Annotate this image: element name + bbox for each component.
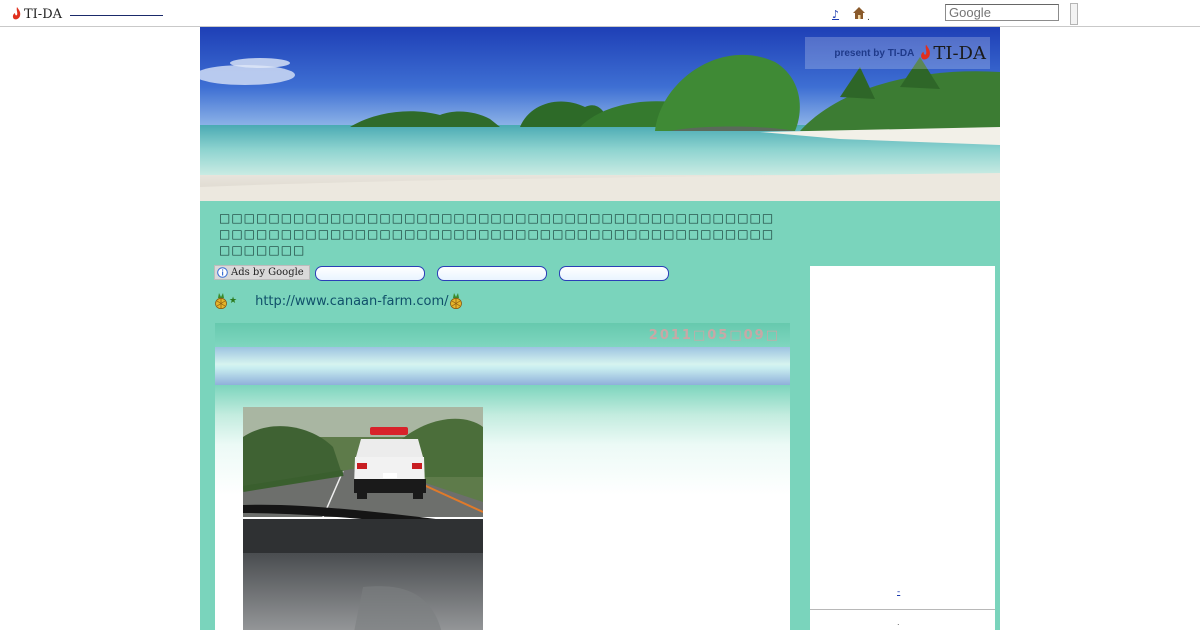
blog-entry: 2011□05□09□ [215, 323, 790, 630]
flame-icon [12, 7, 21, 20]
ad-link-3[interactable] [559, 266, 669, 281]
banner-logo-text: TI-DA [933, 42, 986, 64]
blog-description: □□□□□□□□□□□□□□□□□□□□□□□□□□□□□□□□□□□□□□□□… [219, 211, 775, 257]
google-search-input[interactable] [945, 4, 1059, 21]
sidebar-link[interactable]: - [897, 587, 900, 597]
search-button[interactable] [1070, 3, 1078, 25]
flame-icon [921, 44, 931, 60]
header-banner[interactable]: present by TI-DA TI-DA [200, 27, 1000, 201]
home-icon[interactable] [852, 6, 866, 20]
blog-page: present by TI-DA TI-DA □□□□□□□□□□□□□□□□□… [200, 27, 1000, 630]
canaan-farm-link[interactable]: http://www.canaan-farm.com/ [255, 294, 448, 309]
sidebar-divider [810, 609, 995, 610]
right-sidebar: - . [810, 266, 995, 630]
ads-by-google[interactable]: Ads by Google [214, 265, 310, 280]
ads-by-label: Ads by Google [231, 267, 304, 278]
police-car-photo[interactable] [243, 407, 483, 630]
pineapple-icon [449, 293, 462, 309]
pineapple-icon [215, 293, 227, 309]
banner-logo: TI-DA [920, 43, 986, 64]
home-dot: . [867, 13, 870, 23]
entry-date-bar: 2011□05□09□ [215, 323, 790, 347]
farm-link-row: ★ http://www.canaan-farm.com/ [214, 292, 463, 310]
logo-underline [70, 15, 163, 16]
music-link[interactable]: ♪ [832, 8, 839, 21]
ad-link-2[interactable] [437, 266, 547, 281]
present-by-tida[interactable]: present by TI-DA TI-DA [805, 37, 990, 69]
present-by-text: present by TI-DA [834, 47, 915, 59]
info-icon [217, 267, 228, 278]
photo-image [243, 407, 483, 630]
entry-body [215, 385, 790, 630]
ad-link-1[interactable] [315, 266, 425, 281]
tida-logo[interactable]: TI-DA [12, 6, 62, 22]
entry-title-bar[interactable] [215, 347, 790, 385]
sidebar-dot: . [897, 618, 900, 627]
top-bar: TI-DA ♪ . [0, 0, 1200, 27]
logo-text: TI-DA [24, 6, 63, 22]
star-icon: ★ [229, 296, 238, 306]
entry-date: 2011□05□09□ [648, 328, 780, 343]
